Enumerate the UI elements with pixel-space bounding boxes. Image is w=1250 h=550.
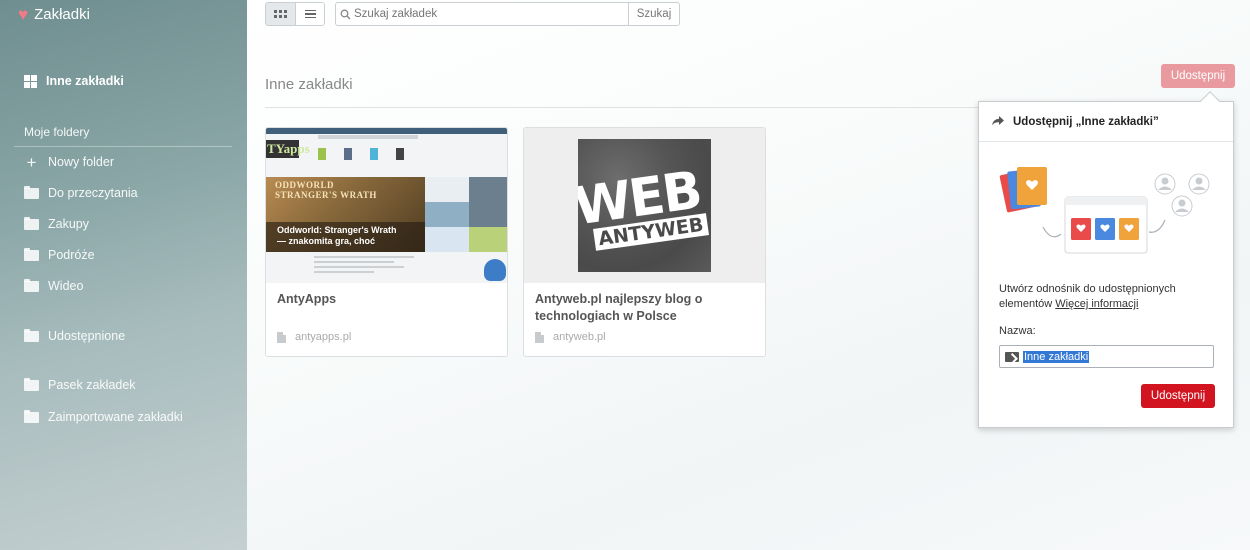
folder-icon	[24, 216, 39, 230]
more-info-link[interactable]: Więcej informacji	[1055, 298, 1138, 310]
bookmark-url-text: antyweb.pl	[553, 331, 606, 343]
name-field-value[interactable]: Inne zakładki	[1023, 350, 1090, 363]
search-box: Szukaj	[335, 2, 680, 26]
bookmark-card-antyweb[interactable]: WEB ANTYWEB Antyweb.pl najlepszy blog o …	[523, 127, 766, 357]
thumb-game-title: ODDWORLD STRANGER'S WRATH	[275, 180, 377, 200]
sidebar: ♥ Zakładki Inne zakładki Moje foldery + …	[0, 0, 247, 550]
thumb-caption: Oddworld: Stranger's Wrath — znakomita g…	[266, 222, 425, 252]
page-icon	[535, 331, 544, 343]
bookmark-title: AntyApps	[277, 292, 337, 306]
folder-icon	[24, 409, 39, 423]
share-popup: Udostępnij „Inne zakładki” Utwórz odnośn…	[978, 91, 1234, 428]
bookmark-url-text: antyapps.pl	[295, 331, 352, 343]
sidebar-item-pasek-zakladek[interactable]: Pasek zakładek	[24, 377, 136, 392]
sidebar-item-udostepnione[interactable]: Udostępnione	[24, 328, 126, 343]
search-input[interactable]	[354, 3, 628, 25]
folder-icon	[24, 185, 39, 199]
grid-icon	[24, 74, 37, 88]
sidebar-item-wideo[interactable]: Wideo	[24, 278, 84, 293]
share-button[interactable]: Udostępnij	[1161, 64, 1235, 88]
bookmark-card-antyapps[interactable]: TYapps ODDWORLD STRANGER'S WRATH Oddworl…	[265, 127, 508, 357]
folder-share-icon	[1005, 351, 1019, 362]
name-field[interactable]: Inne zakładki	[999, 345, 1214, 368]
search-button[interactable]: Szukaj	[628, 3, 679, 25]
search-icon	[336, 3, 354, 25]
app-title: ♥ Zakładki	[18, 6, 90, 23]
app-title-label: Zakładki	[34, 6, 90, 23]
grid-icon	[274, 10, 287, 18]
sidebar-item-label: Wideo	[48, 279, 84, 293]
name-label: Nazwa:	[999, 325, 1036, 337]
share-arrow-icon	[991, 114, 1005, 130]
sidebar-item-podroze[interactable]: Podróże	[24, 247, 95, 262]
folder-icon	[24, 278, 39, 292]
sidebar-item-label: Pasek zakładek	[48, 378, 136, 392]
share-submit-button[interactable]: Udostępnij	[1141, 384, 1215, 408]
new-folder-button[interactable]: + Nowy folder	[24, 152, 114, 172]
bookmark-title: Antyweb.pl najlepszy blog o technologiac…	[535, 292, 703, 323]
heart-icon: ♥	[18, 5, 29, 24]
sidebar-item-label: Do przeczytania	[48, 186, 138, 200]
sidebar-item-zaimportowane[interactable]: Zaimportowane zakładki	[24, 409, 183, 424]
list-view-button[interactable]	[295, 3, 324, 25]
bookmark-url: antyapps.pl	[277, 331, 351, 343]
sidebar-item-inne-zakladki[interactable]: Inne zakładki	[24, 74, 124, 88]
popup-description: Utwórz odnośnik do udostępnionych elemen…	[999, 282, 1219, 312]
popup-header: Udostępnij „Inne zakładki”	[979, 102, 1233, 142]
folder-icon	[24, 247, 39, 261]
folder-icon	[24, 328, 39, 342]
sidebar-item-label: Podróże	[48, 248, 95, 262]
popup-title: Udostępnij „Inne zakładki”	[1013, 115, 1159, 128]
sidebar-item-do-przeczytania[interactable]: Do przeczytania	[24, 185, 138, 200]
sidebar-item-label: Udostępnione	[48, 329, 126, 343]
list-icon	[304, 9, 316, 19]
plus-icon: +	[26, 152, 37, 172]
bookmark-thumbnail: TYapps ODDWORLD STRANGER'S WRATH Oddworl…	[266, 128, 507, 283]
divider	[14, 146, 232, 147]
bookmark-url: antyweb.pl	[535, 331, 606, 343]
sidebar-item-label: Zaimportowane zakładki	[48, 410, 183, 424]
divider	[265, 107, 995, 108]
bookmark-thumbnail: WEB ANTYWEB	[524, 128, 765, 283]
sidebar-item-label: Zakupy	[48, 217, 89, 231]
new-folder-label: Nowy folder	[48, 155, 114, 169]
folder-icon	[24, 377, 39, 391]
thumb-logo: TYapps	[266, 140, 310, 158]
view-toggle	[265, 2, 325, 26]
grid-view-button[interactable]	[266, 3, 295, 25]
page-icon	[277, 331, 286, 343]
sidebar-item-zakupy[interactable]: Zakupy	[24, 216, 89, 231]
sidebar-item-label: Inne zakładki	[46, 74, 124, 88]
page-title: Inne zakładki	[265, 76, 353, 93]
share-illustration	[999, 162, 1214, 257]
section-label-my-folders: Moje foldery	[24, 125, 90, 139]
